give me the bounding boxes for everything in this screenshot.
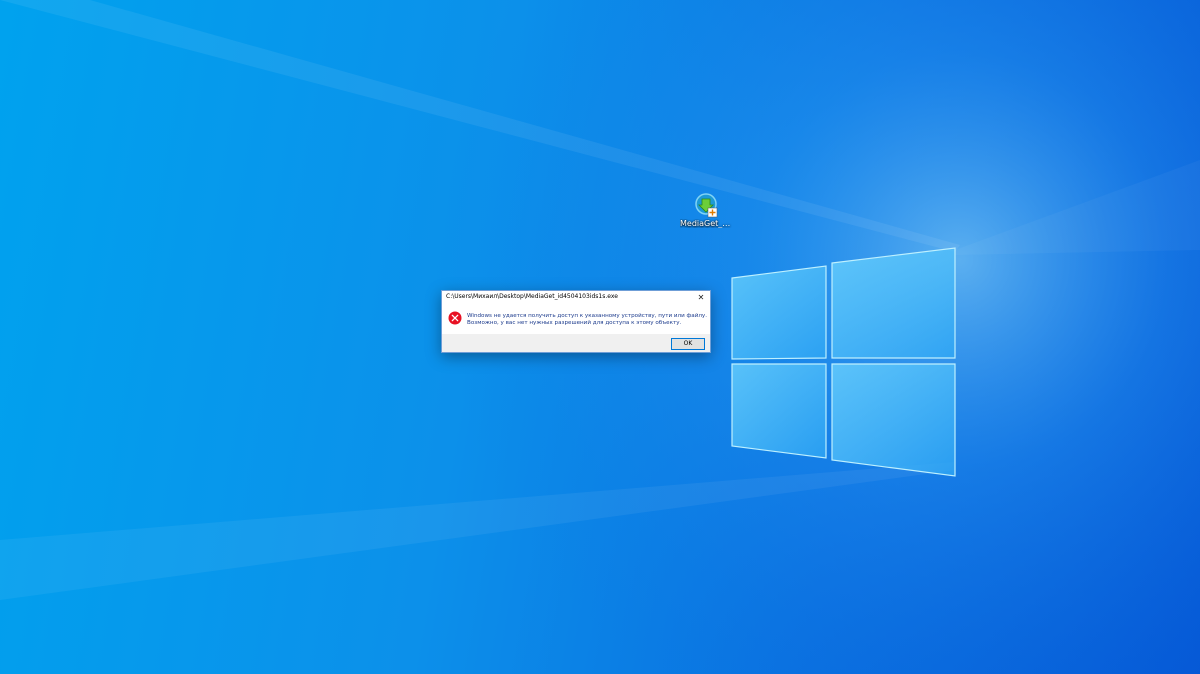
error-dialog: C:\Users\Михаил\Desktop\MediaGet_id45041…	[441, 290, 711, 353]
desktop-shortcut-label: MediaGet_i...	[680, 219, 732, 228]
dialog-title: C:\Users\Михаил\Desktop\MediaGet_id45041…	[446, 293, 618, 300]
close-button[interactable]: ✕	[695, 292, 707, 303]
dialog-body: Windows не удается получить доступ к ука…	[442, 305, 710, 335]
desktop-shortcut-mediaget[interactable]: MediaGet_i...	[680, 191, 732, 228]
error-icon	[448, 311, 462, 325]
ok-button[interactable]: OK	[671, 338, 705, 350]
dialog-titlebar[interactable]: C:\Users\Михаил\Desktop\MediaGet_id45041…	[442, 291, 710, 305]
error-message-line-1: Windows не удается получить доступ к ука…	[467, 313, 708, 319]
mediaget-shortcut-icon	[695, 193, 718, 218]
error-message: Windows не удается получить доступ к ука…	[467, 313, 708, 327]
error-message-line-2: Возможно, у вас нет нужных разрешений дл…	[467, 320, 682, 326]
dialog-footer: OK	[442, 334, 710, 352]
close-icon: ✕	[697, 293, 705, 302]
desktop[interactable]: MediaGet_i... C:\Users\Михаил\Desktop\Me…	[0, 0, 1200, 674]
